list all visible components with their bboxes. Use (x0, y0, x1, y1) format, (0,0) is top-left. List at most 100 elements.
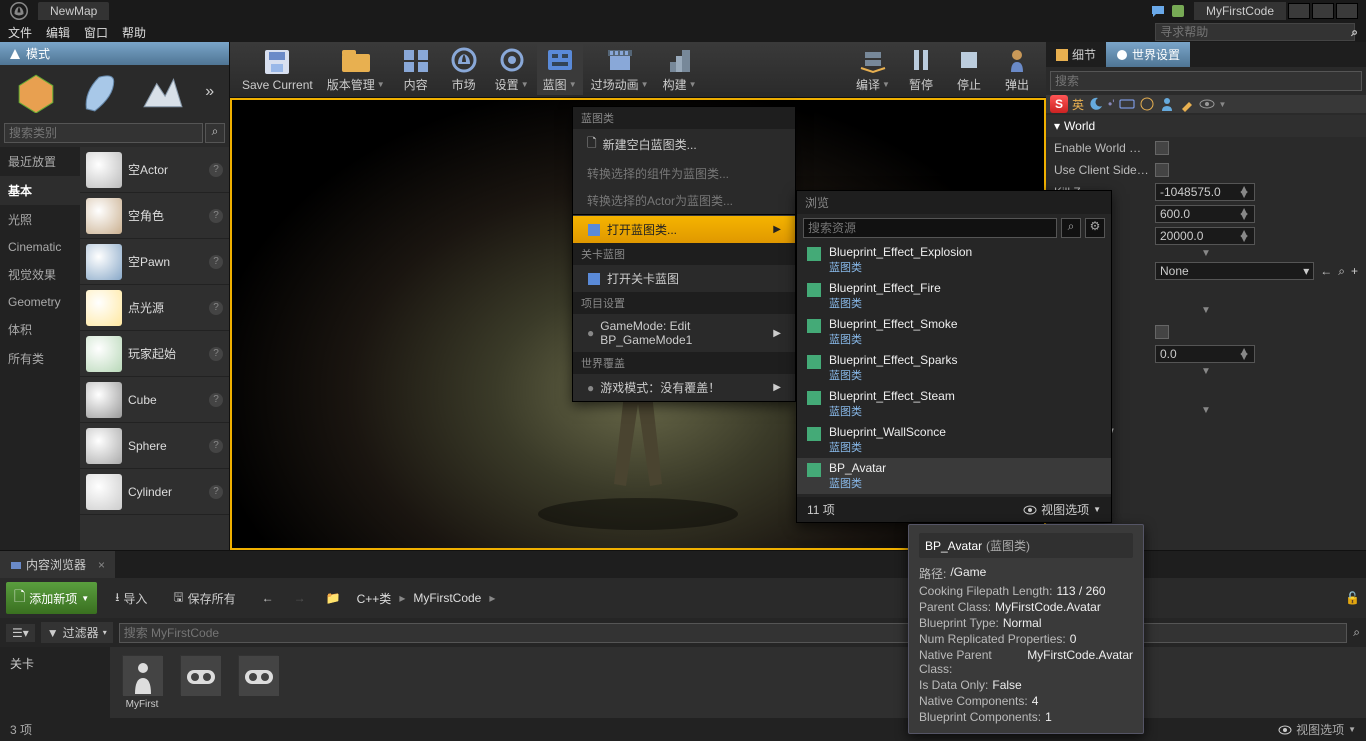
view-mode-button[interactable]: ☰▾ (6, 624, 35, 642)
menu-gamemode[interactable]: ●GameMode: Edit BP_GameMode1▶ (573, 314, 795, 352)
pause-button[interactable]: 暂停 (898, 44, 944, 95)
maximize-button[interactable] (1312, 3, 1334, 19)
face-icon[interactable] (1139, 96, 1155, 112)
section-world[interactable]: ▾ World (1046, 115, 1366, 137)
category-item[interactable]: Cinematic (0, 234, 80, 260)
modes-header[interactable]: 模式 (0, 42, 229, 65)
lock-icon[interactable]: 🔓 (1345, 591, 1360, 605)
person-icon[interactable] (1159, 96, 1175, 112)
asset-tile[interactable] (176, 655, 224, 699)
asset-search-input[interactable] (803, 218, 1057, 238)
filters-button[interactable]: ▼过滤器▾ (41, 622, 113, 643)
menu-window[interactable]: 窗口 (84, 24, 108, 41)
ime-punct-icon[interactable]: •' (1108, 97, 1115, 111)
menu-help[interactable]: 帮助 (122, 24, 146, 41)
category-item[interactable]: 所有类 (0, 344, 80, 373)
dgra-checkbox[interactable] (1155, 325, 1169, 339)
place-item[interactable]: Cylinder? (80, 469, 229, 515)
category-item[interactable]: 视觉效果 (0, 260, 80, 289)
killz-input[interactable]: -1048575.0▲▼ (1155, 183, 1255, 201)
asset-row[interactable]: Blueprint_Effect_Steam蓝图类 (797, 386, 1111, 422)
cefie-input[interactable]: 20000.0▲▼ (1155, 227, 1255, 245)
add-new-button[interactable]: 🗋添加新项▼ (6, 582, 97, 614)
stop-button[interactable]: 停止 (946, 44, 992, 95)
category-item[interactable]: 基本 (0, 176, 80, 205)
source-control-button[interactable]: 版本管理▼ (321, 44, 391, 95)
details-search-input[interactable] (1050, 71, 1362, 91)
asset-row[interactable]: Blueprint_Effect_Smoke蓝图类 (797, 314, 1111, 350)
help-search-input[interactable] (1155, 23, 1355, 41)
settings-icon[interactable]: ⚙ (1085, 218, 1105, 238)
help-icon[interactable]: ? (209, 393, 223, 407)
minimize-button[interactable] (1288, 3, 1310, 19)
eject-button[interactable]: 弹出 (994, 44, 1040, 95)
override-combo[interactable]: None▾ (1155, 262, 1314, 280)
category-item[interactable]: 最近放置 (0, 147, 80, 176)
place-item[interactable]: Cube? (80, 377, 229, 423)
add-icon[interactable]: ← (1320, 264, 1332, 278)
search-icon[interactable]: ⌕ (205, 123, 225, 143)
build-button[interactable]: 构建▼ (657, 44, 703, 95)
breadcrumb[interactable]: C++类 (353, 590, 396, 607)
search-icon[interactable]: ⌕ (1351, 25, 1358, 40)
tool-icon[interactable] (1179, 96, 1195, 112)
tab-world-settings[interactable]: 世界设置 (1106, 42, 1190, 67)
asset-tile[interactable]: MyFirst (118, 655, 166, 710)
z-input[interactable]: 0.0▲▼ (1155, 345, 1255, 363)
sogou-icon[interactable]: S (1050, 95, 1068, 113)
import-button[interactable]: ⭳导入 (107, 584, 155, 613)
moon-icon[interactable] (1088, 96, 1104, 112)
place-mode-icon[interactable] (15, 71, 57, 113)
compile-button[interactable]: 编译▼ (850, 44, 896, 95)
map-tab[interactable]: NewMap (38, 2, 109, 20)
tree-item[interactable]: 关卡 (6, 653, 104, 674)
clientside-checkbox[interactable] (1155, 163, 1169, 177)
search-icon[interactable]: ⌕ (1338, 264, 1345, 279)
save-all-button[interactable]: 🖫保存所有 (165, 584, 243, 613)
cinematics-button[interactable]: 过场动画▼ (585, 44, 655, 95)
category-item[interactable]: 体积 (0, 315, 80, 344)
menu-open-bp-class[interactable]: 打开蓝图类...▶ (573, 216, 795, 243)
place-item[interactable]: Sphere? (80, 423, 229, 469)
search-icon[interactable]: ⌕ (1353, 625, 1360, 640)
search-icon[interactable]: ⌕ (1061, 218, 1081, 238)
ime-lang-icon[interactable]: 英 (1072, 96, 1084, 113)
asset-row[interactable]: Blueprint_Effect_Explosion蓝图类 (797, 242, 1111, 278)
modes-search-input[interactable] (4, 123, 203, 143)
expand-icon[interactable]: ▼ (1201, 366, 1211, 377)
help-icon[interactable]: ? (209, 255, 223, 269)
content-browser-tab[interactable]: 内容浏览器 × (0, 551, 115, 578)
help-icon[interactable]: ? (209, 485, 223, 499)
landscape-mode-icon[interactable] (142, 71, 184, 113)
close-button[interactable] (1336, 3, 1358, 19)
enable-wc-checkbox[interactable] (1155, 141, 1169, 155)
nav-fwd-button[interactable]: → (286, 587, 314, 609)
asset-row[interactable]: Blueprint_Effect_Sparks蓝图类 (797, 350, 1111, 386)
menu-world-override[interactable]: ●游戏模式：没有覆盖！▶ (573, 374, 795, 401)
modes-more-icon[interactable]: » (205, 83, 214, 101)
plus-icon[interactable]: + (1351, 264, 1358, 278)
tab-details[interactable]: 细节 (1046, 42, 1106, 67)
asset-row[interactable]: Blueprint_Effect_Fire蓝图类 (797, 278, 1111, 314)
source-icon[interactable] (1170, 3, 1186, 19)
asset-row[interactable]: Blueprint_WallSconce蓝图类 (797, 422, 1111, 458)
help-icon[interactable]: ? (209, 301, 223, 315)
expand-icon[interactable]: ▼ (1201, 305, 1211, 316)
eye-icon[interactable] (1199, 96, 1215, 112)
content-search-input[interactable] (119, 623, 1348, 643)
close-tab-icon[interactable]: × (98, 558, 105, 572)
view-options-button[interactable]: 视图选项▼ (1023, 501, 1101, 518)
menu-open-level-bp[interactable]: 打开关卡蓝图 (573, 265, 795, 292)
blueprints-button[interactable]: 蓝图▼ (537, 44, 583, 95)
content-button[interactable]: 内容 (393, 44, 439, 95)
place-item[interactable]: 点光源? (80, 285, 229, 331)
view-options-button[interactable]: 视图选项▼ (1278, 721, 1356, 738)
marketplace-button[interactable]: 市场 (441, 44, 487, 95)
folder-up-icon[interactable]: 📁 (318, 587, 349, 609)
asset-row[interactable]: BP_Avatar蓝图类 (797, 458, 1111, 494)
paint-mode-icon[interactable] (78, 71, 120, 113)
asset-tile[interactable] (234, 655, 282, 699)
place-item[interactable]: 空Actor? (80, 147, 229, 193)
breadcrumb[interactable]: MyFirstCode (409, 591, 485, 605)
expand-icon[interactable]: ▼ (1201, 405, 1211, 416)
